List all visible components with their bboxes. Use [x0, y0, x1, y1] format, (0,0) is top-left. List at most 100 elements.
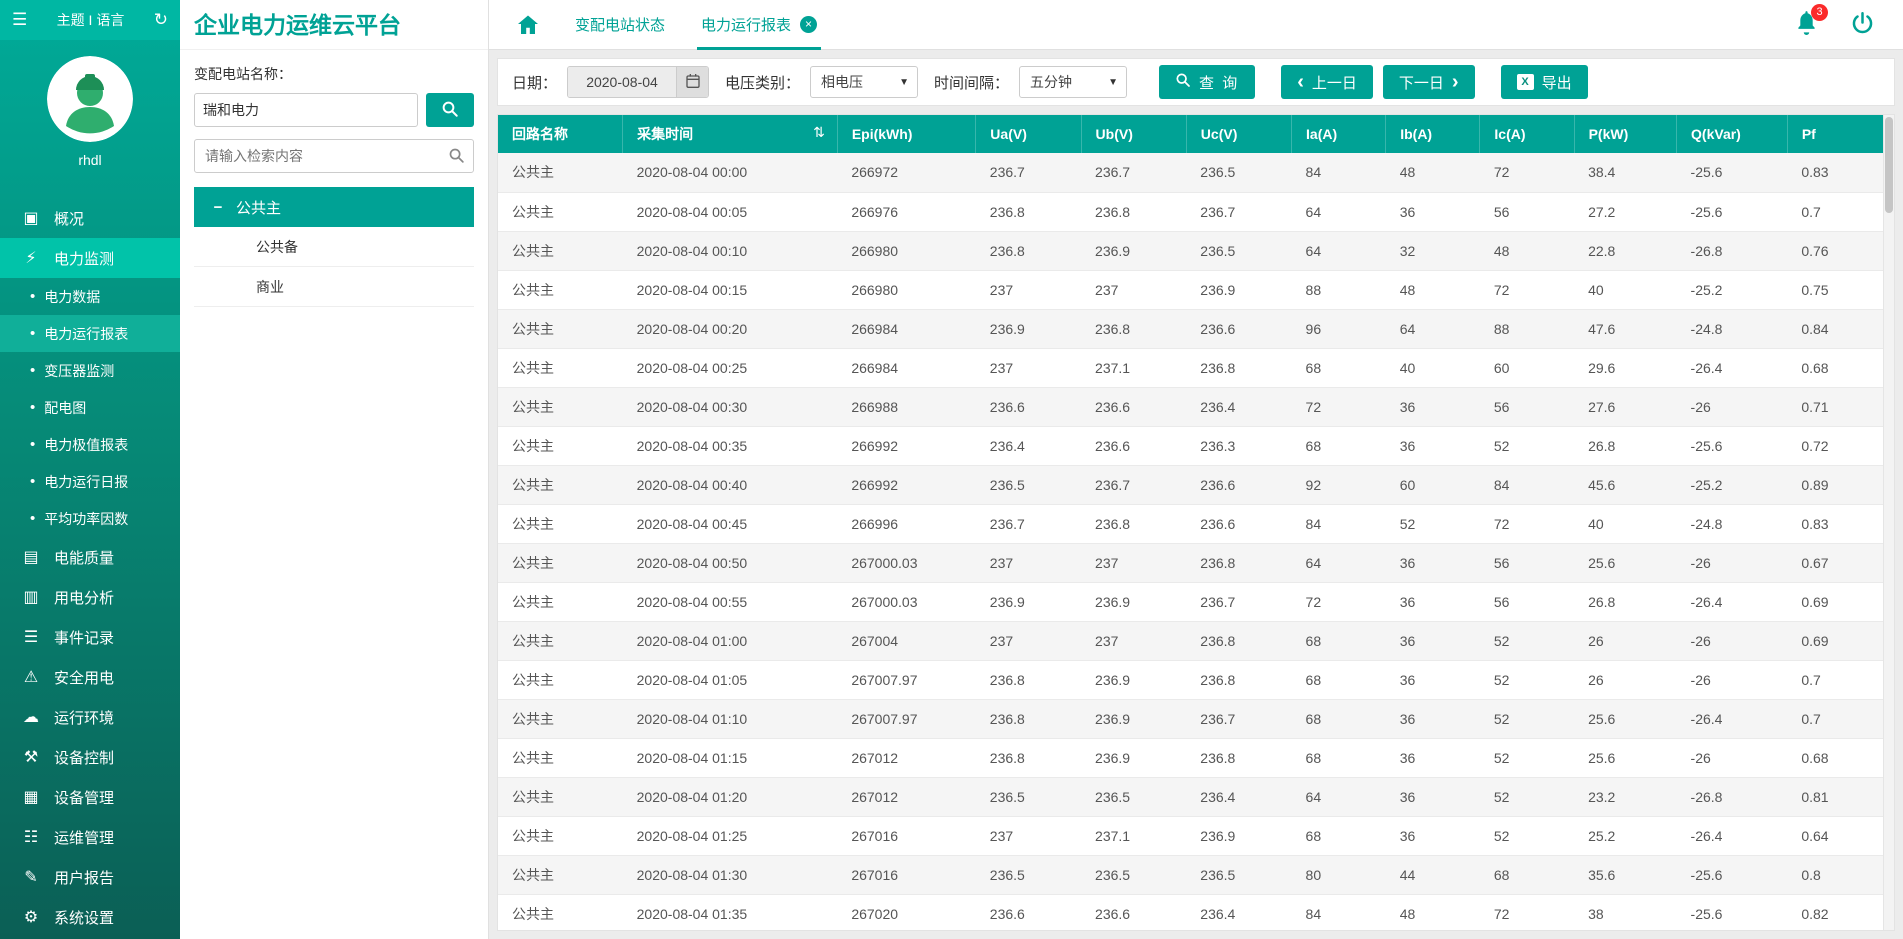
column-header[interactable]: 采集时间⇅	[623, 115, 838, 153]
station-name-input[interactable]	[194, 93, 418, 127]
close-icon[interactable]: ×	[800, 16, 817, 33]
table-cell: 84	[1292, 153, 1386, 192]
sidebar-subitem[interactable]: •变压器监测	[0, 352, 180, 389]
table-cell: -26.4	[1677, 348, 1788, 387]
table-cell: 266992	[837, 426, 975, 465]
sidebar-subitem[interactable]: •平均功率因数	[0, 500, 180, 537]
sidebar-subitem[interactable]: •电力数据	[0, 278, 180, 315]
table-row[interactable]: 公共主2020-08-04 00:10266980236.8236.9236.5…	[498, 231, 1883, 270]
query-button[interactable]: 查 询	[1159, 65, 1255, 99]
table-cell: 72	[1480, 894, 1574, 930]
table-row[interactable]: 公共主2020-08-04 00:00266972236.7236.7236.5…	[498, 153, 1883, 192]
table-row[interactable]: 公共主2020-08-04 00:55267000.03236.9236.923…	[498, 582, 1883, 621]
hamburger-menu-icon[interactable]: ☰	[12, 10, 27, 30]
table-cell: 0.81	[1787, 777, 1883, 816]
sidebar-item[interactable]: ☷运维管理	[0, 817, 180, 857]
scrollbar-thumb[interactable]	[1885, 117, 1893, 213]
export-button[interactable]: X 导出	[1501, 65, 1588, 99]
device-control-icon: ⚒	[20, 747, 42, 767]
sidebar-item[interactable]: ▥用电分析	[0, 577, 180, 617]
table-row[interactable]: 公共主2020-08-04 01:15267012236.8236.9236.8…	[498, 738, 1883, 777]
sidebar-subitem[interactable]: •电力运行报表	[0, 315, 180, 352]
sidebar-subitem[interactable]: •电力运行日报	[0, 463, 180, 500]
table-row[interactable]: 公共主2020-08-04 01:20267012236.5236.5236.4…	[498, 777, 1883, 816]
table-row[interactable]: 公共主2020-08-04 00:40266992236.5236.7236.6…	[498, 465, 1883, 504]
voltage-type-select[interactable]: 相电压 ▼	[810, 66, 918, 98]
home-icon[interactable]	[515, 13, 541, 37]
table-cell: 84	[1292, 504, 1386, 543]
sidebar-item-label: 运行环境	[54, 707, 114, 728]
power-monitor-icon: ⚡	[20, 248, 42, 268]
calendar-button[interactable]	[676, 67, 708, 97]
sidebar-item[interactable]: ☁运行环境	[0, 697, 180, 737]
table-row[interactable]: 公共主2020-08-04 00:30266988236.6236.6236.4…	[498, 387, 1883, 426]
tree-filter-input[interactable]	[194, 139, 474, 173]
table-row[interactable]: 公共主2020-08-04 00:50267000.03237237236.86…	[498, 543, 1883, 582]
table-cell: -25.2	[1677, 270, 1788, 309]
sidebar-item-label: 设备管理	[54, 787, 114, 808]
table-cell: -26.4	[1677, 582, 1788, 621]
table-row[interactable]: 公共主2020-08-04 01:10267007.97236.8236.923…	[498, 699, 1883, 738]
table-scrollbar[interactable]	[1883, 115, 1894, 930]
table-cell: 236.9	[1081, 699, 1186, 738]
table-cell: 26.8	[1574, 426, 1676, 465]
table-cell: 36	[1386, 582, 1480, 621]
table-row[interactable]: 公共主2020-08-04 00:20266984236.9236.8236.6…	[498, 309, 1883, 348]
notification-badge: 3	[1811, 4, 1828, 21]
refresh-icon[interactable]: ↻	[154, 10, 168, 30]
sort-icon[interactable]: ⇅	[813, 124, 825, 141]
prev-day-button[interactable]: ‹ 上一日	[1281, 65, 1373, 99]
sidebar-item[interactable]: ☰事件记录	[0, 617, 180, 657]
table-row[interactable]: 公共主2020-08-04 00:15266980237237236.98848…	[498, 270, 1883, 309]
interval-select[interactable]: 五分钟 ▼	[1019, 66, 1127, 98]
table-cell: 236.8	[976, 660, 1081, 699]
sidebar-subitem-label: 电力运行报表	[44, 324, 128, 344]
table-cell: 36	[1386, 387, 1480, 426]
table-row[interactable]: 公共主2020-08-04 00:45266996236.7236.8236.6…	[498, 504, 1883, 543]
theme-language-label[interactable]: 主题 I 语言	[57, 10, 125, 30]
tab-substation-status[interactable]: 变配电站状态	[575, 0, 665, 50]
notification-bell-icon[interactable]: 3	[1793, 10, 1820, 40]
table-row[interactable]: 公共主2020-08-04 00:05266976236.8236.8236.7…	[498, 192, 1883, 231]
table-cell: 56	[1480, 543, 1574, 582]
search-icon	[448, 147, 465, 167]
sidebar-item[interactable]: ✎用户报告	[0, 857, 180, 897]
sidebar-item[interactable]: ⚒设备控制	[0, 737, 180, 777]
table-cell: 267020	[837, 894, 975, 930]
sidebar-item[interactable]: ▦设备管理	[0, 777, 180, 817]
table-cell: -25.6	[1677, 894, 1788, 930]
collapse-icon[interactable]: −	[210, 199, 226, 216]
table-row[interactable]: 公共主2020-08-04 01:30267016236.5236.5236.5…	[498, 855, 1883, 894]
date-input[interactable]	[568, 67, 676, 97]
table-row[interactable]: 公共主2020-08-04 01:35267020236.6236.6236.4…	[498, 894, 1883, 930]
sidebar-subitem[interactable]: •电力极值报表	[0, 426, 180, 463]
column-header: Ib(A)	[1386, 115, 1480, 153]
sidebar-subitem[interactable]: •配电图	[0, 389, 180, 426]
table-cell: 236.7	[1081, 153, 1186, 192]
column-header: Pf	[1787, 115, 1883, 153]
table-cell: 0.69	[1787, 621, 1883, 660]
table-cell: 公共主	[498, 738, 623, 777]
tree-filter	[194, 139, 474, 173]
sidebar-item[interactable]: ⚠安全用电	[0, 657, 180, 697]
next-day-button[interactable]: 下一日 ›	[1383, 65, 1475, 99]
power-logout-icon[interactable]	[1850, 11, 1875, 39]
table-row[interactable]: 公共主2020-08-04 01:05267007.97236.8236.923…	[498, 660, 1883, 699]
table-cell: 0.75	[1787, 270, 1883, 309]
sidebar-item[interactable]: ⚙系统设置	[0, 897, 180, 937]
tree-node-child[interactable]: 商业	[194, 267, 474, 307]
table-row[interactable]: 公共主2020-08-04 01:25267016237237.1236.968…	[498, 816, 1883, 855]
table-cell: 公共主	[498, 270, 623, 309]
table-row[interactable]: 公共主2020-08-04 00:35266992236.4236.6236.3…	[498, 426, 1883, 465]
table-row[interactable]: 公共主2020-08-04 00:25266984237237.1236.868…	[498, 348, 1883, 387]
sidebar-item[interactable]: ⚡电力监测	[0, 238, 180, 278]
table-cell: 72	[1480, 270, 1574, 309]
station-search-button[interactable]	[426, 93, 474, 127]
sidebar-item[interactable]: ▤电能质量	[0, 537, 180, 577]
tree-node-child[interactable]: 公共备	[194, 227, 474, 267]
tab-power-report[interactable]: 电力运行报表 ×	[701, 0, 817, 50]
table-cell: 52	[1480, 816, 1574, 855]
tree-node-root[interactable]: − 公共主	[194, 187, 474, 227]
sidebar-item[interactable]: ▣概况	[0, 198, 180, 238]
table-row[interactable]: 公共主2020-08-04 01:00267004237237236.86836…	[498, 621, 1883, 660]
